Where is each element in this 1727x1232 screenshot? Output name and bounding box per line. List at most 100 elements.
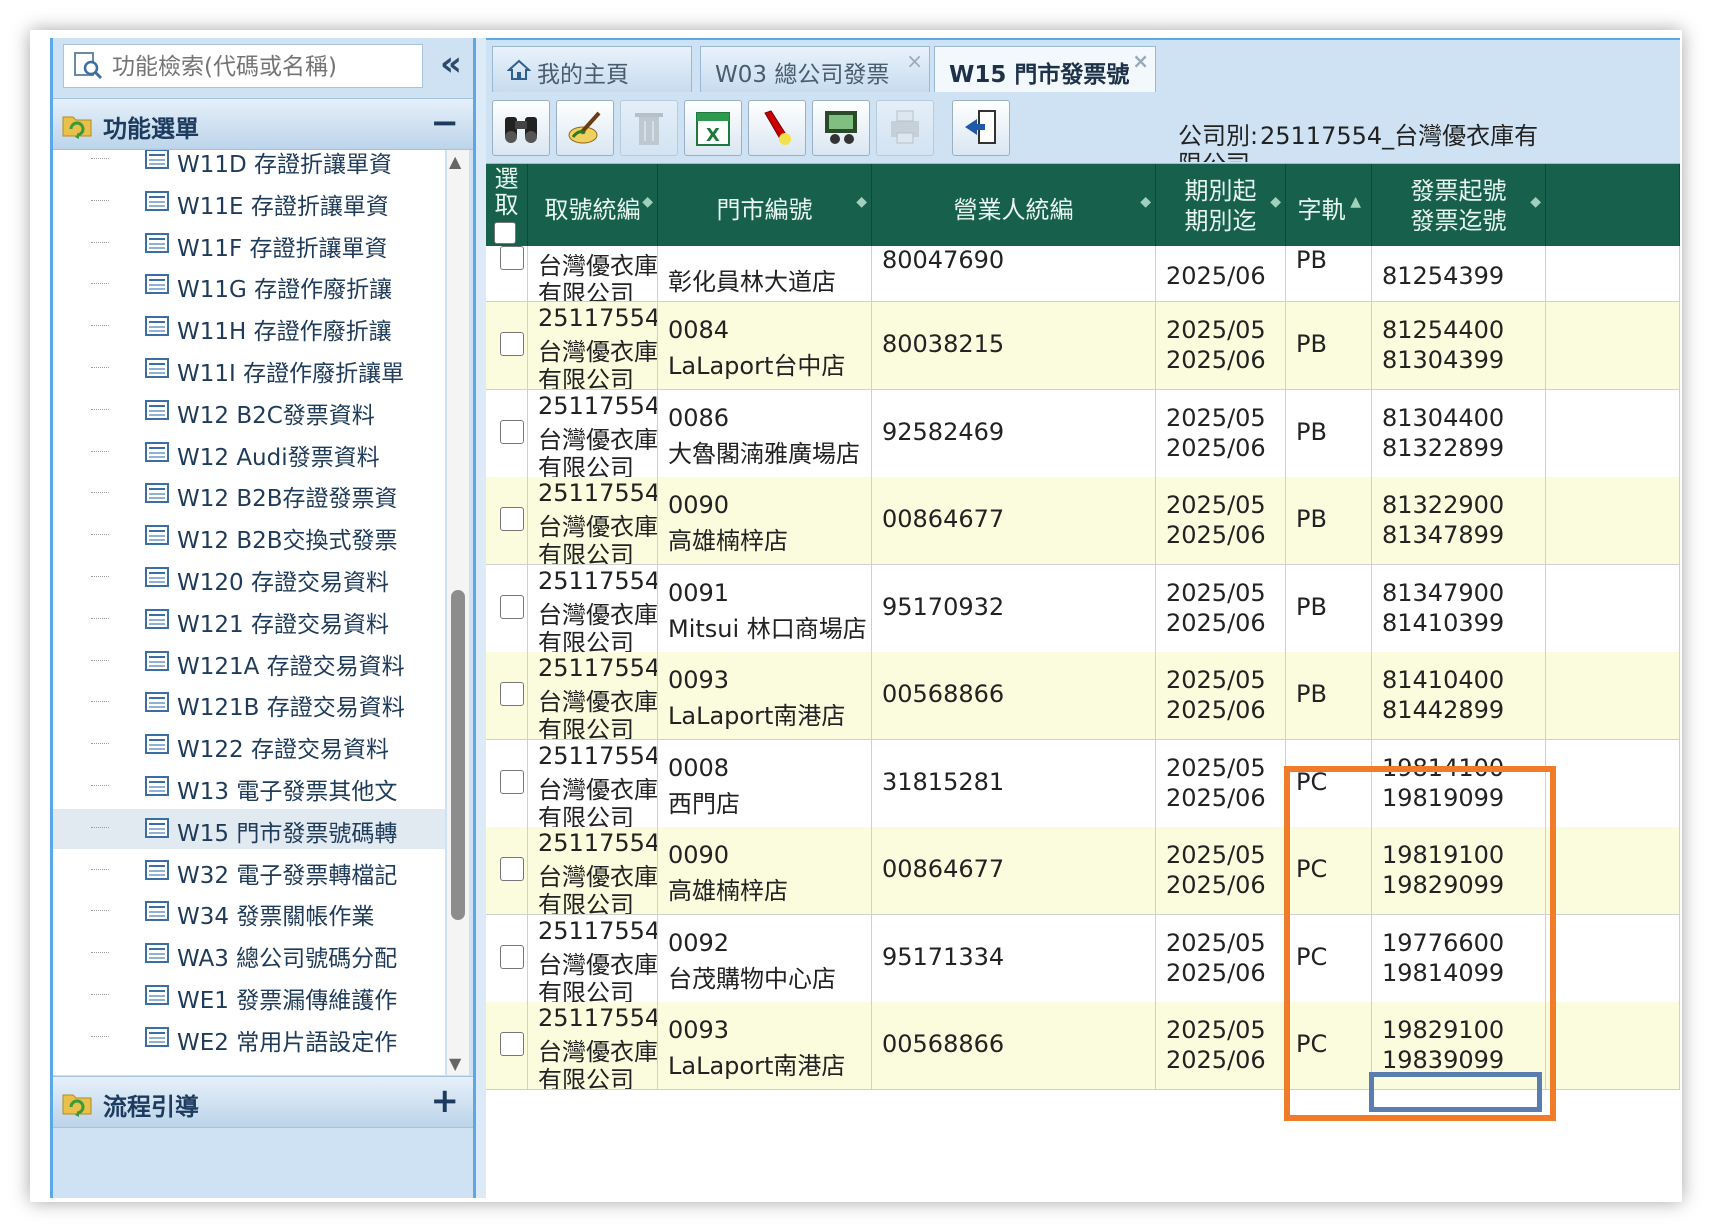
col-header-company[interactable]: 取號統編 ◆ <box>528 164 658 246</box>
tree-connector <box>91 534 109 536</box>
row-checkbox[interactable] <box>500 507 524 531</box>
table-row[interactable]: 25117554 台灣優衣庫 有限公司 0092 台茂購物中心店 95171334 2025… <box>486 914 1680 1003</box>
table-row[interactable]: 25117554 台灣優衣庫 有限公司 0090 高雄楠梓店 00864677 2025/0… <box>486 477 1680 565</box>
menu-item[interactable]: WA3 總公司號碼分配 <box>91 934 443 974</box>
function-search-box[interactable] <box>63 44 423 88</box>
menu-item[interactable]: W11E 存證折讓單資 <box>91 182 443 222</box>
row-checkbox[interactable] <box>500 857 524 881</box>
edit-button[interactable] <box>556 100 614 156</box>
scrollbar-thumb[interactable] <box>451 590 465 920</box>
menu-item[interactable]: W32 電子發票轉檔記 <box>91 851 443 891</box>
taxid-value: 92582469 <box>882 417 1005 446</box>
menu-item[interactable]: W11F 存證折讓單資 <box>91 224 443 264</box>
scroll-down-icon[interactable]: ▼ <box>449 1054 461 1073</box>
row-checkbox[interactable] <box>500 332 524 356</box>
table-row[interactable]: 25117554 台灣優衣庫 有限公司 0093 LaLaport南港店 00568866… <box>486 1002 1680 1090</box>
tab-home[interactable]: 我的主頁 <box>492 46 692 92</box>
menu-item[interactable]: W11D 存證折讓單資 <box>91 150 443 180</box>
menu-item[interactable]: WE1 發票漏傳維護作 <box>91 976 443 1016</box>
row-checkbox[interactable] <box>500 246 524 270</box>
search-people-button[interactable] <box>812 100 870 156</box>
period-cell: 2025/05 2025/06 <box>1156 389 1286 477</box>
menu-item[interactable]: W12 B2B存證發票資 <box>91 474 443 514</box>
sidebar-scrollbar[interactable]: ▲ ▼ <box>447 150 469 1075</box>
sort-asc-icon[interactable]: ▲ <box>1350 194 1361 210</box>
menu-item[interactable]: W12 B2C發票資料 <box>91 391 443 431</box>
sort-icon[interactable]: ◆ <box>856 194 867 210</box>
invoice-cell: 81254400 81304399 <box>1372 302 1546 389</box>
export-excel-button[interactable]: X <box>684 100 742 156</box>
table-row-partial[interactable]: 台灣優衣庫 有限公司 彰化員林大道店 80047690 2025/06 PB 8125439… <box>486 246 1680 302</box>
scroll-up-icon[interactable]: ▲ <box>449 152 461 171</box>
delete-button[interactable] <box>620 100 678 156</box>
expand-section-icon[interactable]: + <box>431 1081 460 1121</box>
tree-connector <box>91 785 109 786</box>
store-cell: 0090 高雄楠梓店 <box>658 827 872 914</box>
menu-item[interactable]: W11G 存證作廢折讓 <box>91 265 443 305</box>
store-name: LaLaport台中店 <box>668 352 846 380</box>
collapse-section-icon[interactable]: − <box>431 103 460 143</box>
extra-cell <box>1546 827 1680 914</box>
menu-item[interactable]: W121B 存證交易資料 <box>91 683 443 723</box>
menu-item[interactable]: W34 發票關帳作業 <box>91 892 443 932</box>
menu-item-label: W12 B2B交換式發票 <box>177 528 398 555</box>
taxid-cell: 95170932 <box>872 564 1156 652</box>
extra-cell <box>1546 389 1680 477</box>
row-checkbox[interactable] <box>500 944 524 969</box>
row-checkbox[interactable] <box>500 1032 524 1056</box>
form-icon <box>145 482 169 504</box>
col-header-taxid[interactable]: 營業人統編 ◆ <box>872 164 1156 246</box>
menu-item[interactable]: WE2 常用片語設定作 <box>91 1018 443 1058</box>
menu-item[interactable]: W13 電子發票其他文 <box>91 767 443 807</box>
track-cell: PC <box>1286 739 1372 827</box>
function-menu-header[interactable]: 功能選單 − <box>53 98 473 150</box>
menu-item[interactable]: W122 存證交易資料 <box>91 725 443 765</box>
table-row[interactable]: 25117554 台灣優衣庫 有限公司 0091 Mitsui 林口商場店 9517093… <box>486 564 1680 653</box>
track-cell: PB <box>1286 389 1372 477</box>
search-input[interactable] <box>110 49 414 85</box>
exit-button[interactable] <box>952 100 1010 156</box>
highlight-button[interactable] <box>748 100 806 156</box>
menu-item[interactable]: W11H 存證作廢折讓 <box>91 307 443 347</box>
collapse-sidebar-button[interactable]: « <box>431 44 471 86</box>
row-checkbox[interactable] <box>500 682 524 706</box>
table-row[interactable]: 25117554 台灣優衣庫 有限公司 0084 LaLaport台中店 80038215… <box>486 302 1680 390</box>
tab-label: W03 總公司發票 <box>715 62 890 88</box>
menu-item[interactable]: W11I 存證作廢折讓單 <box>91 349 443 389</box>
table-row[interactable]: 25117554 台灣優衣庫 有限公司 0090 高雄楠梓店 00864677 2025/0… <box>486 827 1680 915</box>
col-header-store[interactable]: 門市編號 ◆ <box>658 164 872 246</box>
company-id: 25117554 <box>538 304 658 332</box>
menu-item[interactable]: W121A 存證交易資料 <box>91 642 443 682</box>
form-icon <box>145 399 169 421</box>
col-header-select[interactable]: 選 取 <box>486 164 528 246</box>
close-icon[interactable]: × <box>1132 49 1149 73</box>
menu-item[interactable]: W15 門市發票號碼轉 <box>53 808 445 849</box>
row-checkbox[interactable] <box>500 769 524 794</box>
tab-w03[interactable]: W03 總公司發票 × <box>700 46 930 92</box>
period-end: 2025/06 <box>1166 1046 1266 1074</box>
track-cell: PB <box>1286 652 1372 739</box>
menu-item[interactable]: W12 Audi發票資料 <box>91 433 443 473</box>
track-cell: PB <box>1286 246 1372 301</box>
sort-icon[interactable]: ◆ <box>642 194 653 210</box>
row-checkbox[interactable] <box>500 419 524 444</box>
flow-guide-header[interactable]: 流程引導 + <box>53 1076 473 1128</box>
menu-item[interactable]: W121 存證交易資料 <box>91 600 443 640</box>
table-row[interactable]: 25117554 台灣優衣庫 有限公司 0093 LaLaport南港店 00568866… <box>486 652 1680 740</box>
row-checkbox[interactable] <box>500 594 524 619</box>
select-all-checkbox[interactable] <box>494 222 516 244</box>
col-header-invoice[interactable]: 發票起號 發票迄號 ◆ <box>1372 164 1546 246</box>
table-row[interactable]: 25117554 台灣優衣庫 有限公司 0086 大魯閣湳雅廣場店 92582469 202… <box>486 389 1680 478</box>
col-header-track[interactable]: 字軌 ▲ <box>1286 164 1372 246</box>
sort-icon[interactable]: ◆ <box>1530 194 1541 210</box>
print-button[interactable] <box>876 100 934 156</box>
menu-item[interactable]: W12 B2B交換式發票 <box>91 516 443 556</box>
close-icon[interactable]: × <box>906 49 923 73</box>
query-button[interactable] <box>492 100 550 156</box>
sort-icon[interactable]: ◆ <box>1140 194 1151 210</box>
col-header-period[interactable]: 期別起 期別迄 ◆ <box>1156 164 1286 246</box>
period-start: 2025/05 <box>1166 1016 1266 1044</box>
menu-item[interactable]: W120 存證交易資料 <box>91 558 443 598</box>
table-row[interactable]: 25117554 台灣優衣庫 有限公司 0008 西門店 31815281 2025/05 2… <box>486 739 1680 828</box>
tab-w15[interactable]: W15 門市發票號 × <box>934 46 1156 92</box>
